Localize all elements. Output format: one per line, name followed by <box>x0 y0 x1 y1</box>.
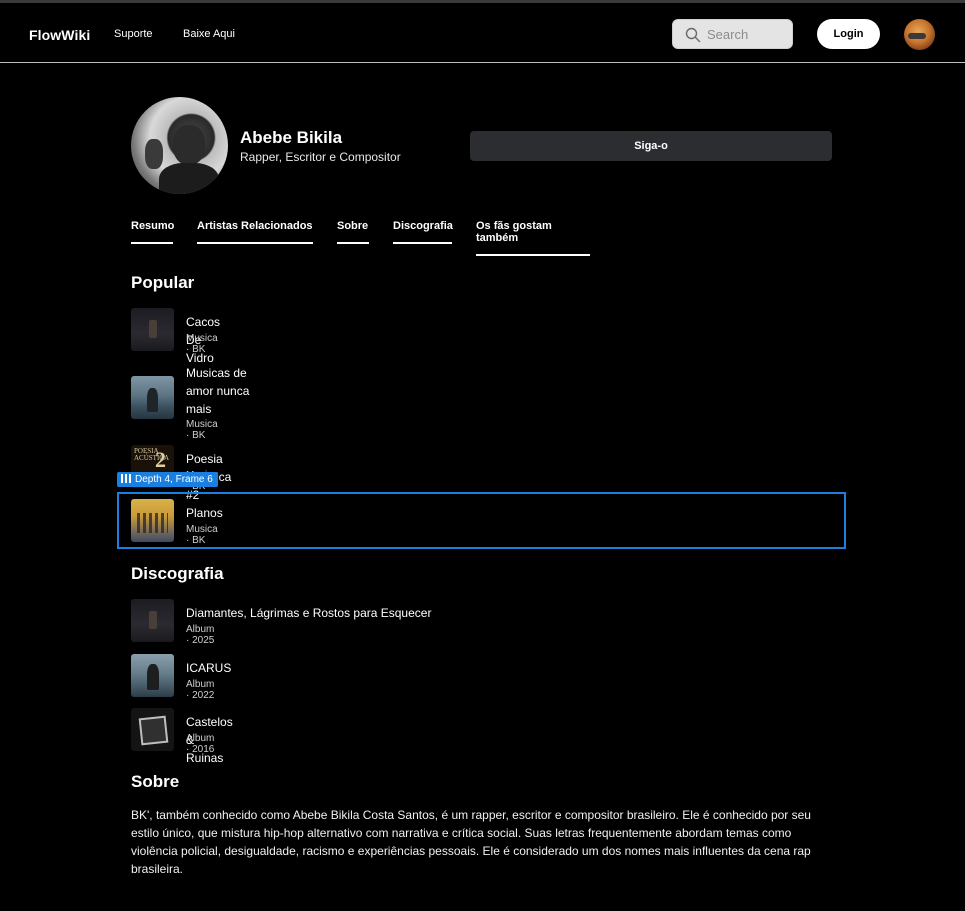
album-cover <box>131 654 174 697</box>
about-heading: Sobre <box>131 772 180 791</box>
artist-photo-hand <box>145 139 163 169</box>
logo[interactable]: FlowWiki <box>29 27 90 43</box>
album-cover <box>131 708 174 751</box>
album-subtitle: Album · 2022 <box>186 679 215 701</box>
search-input[interactable] <box>707 20 791 48</box>
album-title: ICARUS <box>186 661 232 675</box>
artist-photo-shirt <box>159 163 219 194</box>
track-subtitle: Musica · BK <box>186 419 218 441</box>
login-button[interactable]: Login <box>817 19 880 49</box>
popular-heading: Popular <box>131 273 195 292</box>
selection-frame <box>117 492 846 549</box>
album-title: Diamantes, Lágrimas e Rostos para Esquec… <box>186 606 432 620</box>
tab-fas-gostam-tambem[interactable]: Os fãs gostam também <box>476 220 590 256</box>
top-navbar: FlowWiki Suporte Baixe Aqui Login <box>0 3 965 63</box>
about-text: BK', também conhecido como Abebe Bikila … <box>131 808 811 876</box>
frame-icon <box>121 474 131 483</box>
artist-photo <box>131 97 228 194</box>
follow-button[interactable]: Siga-o <box>470 131 832 161</box>
album-subtitle: Album · 2016 <box>186 733 215 755</box>
track-subtitle: Musica · BK <box>186 333 218 355</box>
cover-text: POESIA ACÚSTICA <box>134 447 170 462</box>
track-cover <box>131 376 174 419</box>
search-icon <box>685 27 701 43</box>
selection-badge: Depth 4, Frame 6 <box>117 472 218 487</box>
discography-heading: Discografia <box>131 564 224 583</box>
nav-link-baixe-aqui[interactable]: Baixe Aqui <box>183 28 235 40</box>
artist-role: Rapper, Escritor e Compositor <box>240 150 401 164</box>
selection-badge-label: Depth 4, Frame 6 <box>135 474 213 485</box>
album-cover <box>131 599 174 642</box>
search-box[interactable] <box>672 19 793 49</box>
track-cover <box>131 308 174 351</box>
user-avatar[interactable] <box>904 19 935 50</box>
tab-artistas-relacionados[interactable]: Artistas Relacionados <box>197 220 313 244</box>
tab-resumo[interactable]: Resumo <box>131 220 174 244</box>
nav-link-suporte[interactable]: Suporte <box>114 28 153 40</box>
cover-number: 2 <box>155 447 166 472</box>
track-title: Musicas de amor nunca mais <box>186 366 250 416</box>
artist-name: Abebe Bikila <box>240 128 343 147</box>
tab-sobre[interactable]: Sobre <box>337 220 369 244</box>
album-subtitle: Album · 2025 <box>186 624 215 646</box>
tab-discografia[interactable]: Discografia <box>393 220 453 244</box>
artist-photo-face <box>173 125 205 165</box>
